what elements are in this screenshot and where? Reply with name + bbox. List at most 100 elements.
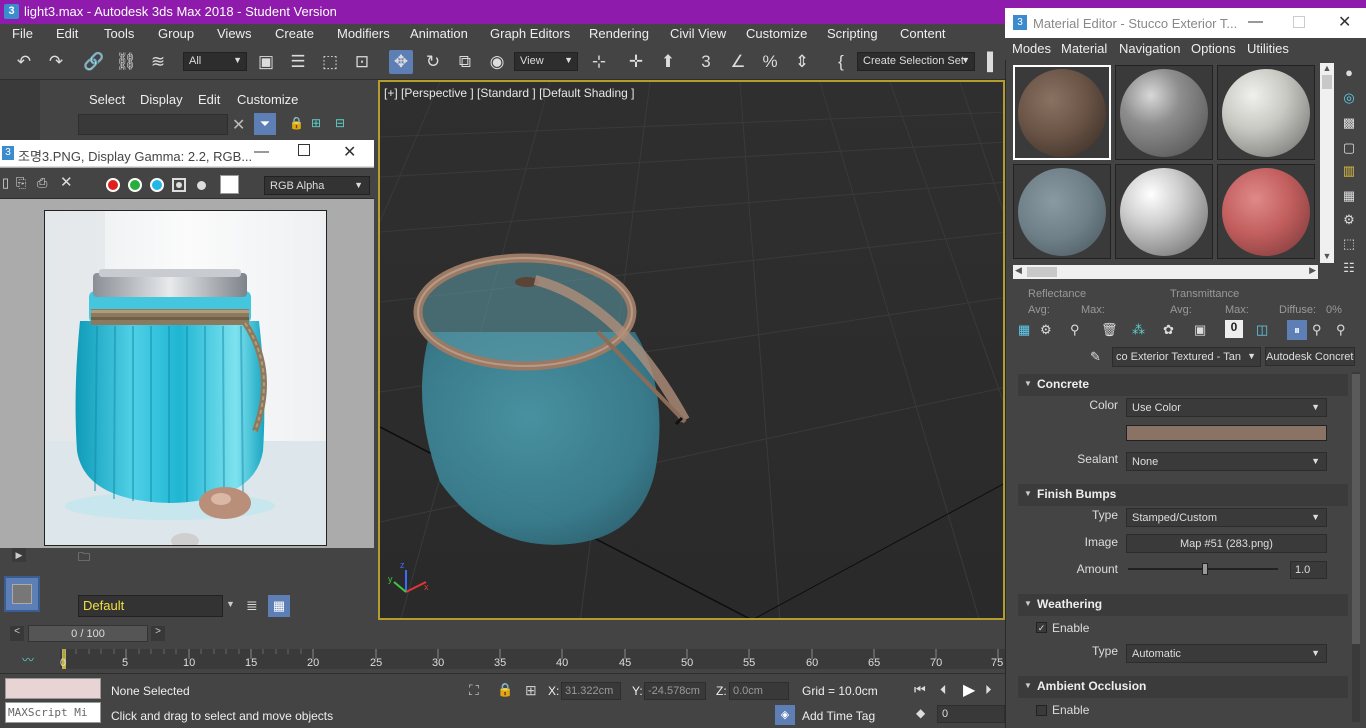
play-icon[interactable]: ▶ <box>963 680 975 700</box>
menu-file[interactable]: File <box>12 26 33 41</box>
unlink-icon[interactable]: ⛓ <box>114 50 138 74</box>
menu-animation[interactable]: Animation <box>410 26 468 41</box>
selection-lock-icon[interactable]: 🔒 <box>497 682 513 698</box>
menu-scripting[interactable]: Scripting <box>827 26 878 41</box>
me-menu-modes[interactable]: Modes <box>1012 41 1051 56</box>
effects-channel-icon[interactable]: 0 <box>1225 320 1243 338</box>
material-slot-1[interactable] <box>1013 65 1111 160</box>
video-color-check-icon[interactable]: ▥ <box>1340 163 1358 181</box>
ambient-occlusion-rollout-header[interactable]: ▼ Ambient Occlusion <box>1018 676 1348 698</box>
tab-customize[interactable]: Customize <box>237 92 298 107</box>
weathering-enable-checkbox[interactable]: ✓ <box>1036 622 1047 633</box>
spinner-snap-icon[interactable]: ⇕ <box>790 50 814 74</box>
undo-icon[interactable]: ↶ <box>12 50 36 74</box>
mono-toggle[interactable] <box>197 181 206 190</box>
track-bar[interactable]: 〰 0 5 10 15 20 25 30 35 40 45 50 55 60 6… <box>0 645 1005 673</box>
me-menu-material[interactable]: Material <box>1061 41 1107 56</box>
angle-snap-icon[interactable]: ∠ <box>726 50 750 74</box>
blue-channel-toggle[interactable] <box>150 178 164 192</box>
bump-amount-slider[interactable] <box>1128 563 1278 575</box>
folder-icon[interactable]: 🗀 <box>78 548 90 569</box>
material-map-navigator-icon[interactable]: ☷ <box>1340 260 1358 278</box>
curve-editor-icon[interactable]: 〰 <box>22 651 34 668</box>
menu-tools[interactable]: Tools <box>104 26 134 41</box>
material-slot-5[interactable] <box>1115 164 1213 259</box>
z-coordinate-field[interactable]: 0.0cm <box>729 682 789 700</box>
green-channel-toggle[interactable] <box>128 178 142 192</box>
menu-customize[interactable]: Customize <box>746 26 807 41</box>
copy-image-icon[interactable]: ⎘ <box>16 175 26 191</box>
filter-icon[interactable]: ⏷ <box>254 113 276 135</box>
select-object-icon[interactable]: ▣ <box>254 50 278 74</box>
viewport-layout-icon[interactable] <box>4 576 40 612</box>
maximize-icon[interactable] <box>298 144 310 156</box>
key-mode-icon[interactable]: ◆ <box>916 706 925 720</box>
slot-vertical-scrollbar[interactable]: ▲ ▼ <box>1320 63 1334 263</box>
close-icon[interactable]: ✕ <box>1338 12 1351 32</box>
channel-dropdown[interactable]: RGB Alpha ▼ <box>264 176 370 195</box>
scale-icon[interactable]: ⧉ <box>453 50 477 74</box>
current-frame-field[interactable]: 0 <box>937 705 1005 723</box>
tab-select[interactable]: Select <box>89 92 125 107</box>
viewport-label[interactable]: [+] [Perspective ] [Standard ] [Default … <box>384 86 634 100</box>
selection-filter-dropdown[interactable]: All ▼ <box>183 52 247 71</box>
add-time-tag[interactable]: Add Time Tag <box>802 709 875 723</box>
show-end-result-icon[interactable]: ⏸ <box>1287 320 1307 340</box>
material-slot-4[interactable] <box>1013 164 1111 259</box>
percent-snap-icon[interactable]: % <box>758 50 782 74</box>
get-material-icon[interactable]: ▦ <box>1018 322 1036 338</box>
bump-image-button[interactable]: Map #51 (283.png) <box>1126 534 1327 553</box>
make-unique-icon[interactable]: ⁂ <box>1132 322 1150 338</box>
time-tag-icon[interactable]: ◈ <box>775 705 795 725</box>
weathering-rollout-header[interactable]: ▼ Weathering <box>1018 594 1348 616</box>
menu-views[interactable]: Views <box>217 26 251 41</box>
y-coordinate-field[interactable]: -24.578cm <box>644 682 706 700</box>
slot-horizontal-scrollbar[interactable]: ◀ ▶ <box>1013 265 1318 279</box>
eyedropper-icon[interactable]: ✎ <box>1090 349 1101 365</box>
clear-icon[interactable]: ✕ <box>60 173 73 191</box>
hierarchy-icon[interactable]: ⊞ <box>311 116 321 130</box>
layer-manager-icon[interactable]: ▦ <box>268 595 290 617</box>
close-icon[interactable]: ✕ <box>343 142 356 162</box>
menu-content[interactable]: Content <box>900 26 946 41</box>
select-by-name-icon[interactable]: ☰ <box>286 50 310 74</box>
maxscript-listener-pink[interactable] <box>5 678 101 699</box>
material-slot-3[interactable] <box>1217 65 1315 160</box>
go-to-parent-icon[interactable]: ⚲ <box>1312 322 1330 338</box>
layer-dropdown-icon[interactable]: ▼ <box>226 599 235 609</box>
expand-icon[interactable]: ▶ <box>12 548 26 562</box>
menu-civil-view[interactable]: Civil View <box>670 26 726 41</box>
layers-icon[interactable]: ≣ <box>246 597 258 614</box>
placement-icon[interactable]: ◉ <box>485 50 509 74</box>
redo-icon[interactable]: ↷ <box>44 50 68 74</box>
concrete-rollout-header[interactable]: ▼ Concrete <box>1018 374 1348 396</box>
sample-type-icon[interactable]: ● <box>1340 65 1358 83</box>
weathering-type-dropdown[interactable]: Automatic ▼ <box>1126 644 1327 663</box>
bump-amount-field[interactable]: 1.0 <box>1290 561 1327 579</box>
layer-tree-icon[interactable]: ⊟ <box>335 116 345 130</box>
me-menu-navigation[interactable]: Navigation <box>1119 41 1180 56</box>
options-icon[interactable]: ⚙ <box>1340 212 1358 230</box>
reset-map-icon[interactable]: 🗑 <box>1101 322 1119 338</box>
link-icon[interactable]: 🔗 <box>82 50 106 74</box>
put-to-scene-icon[interactable]: ⚙ <box>1040 322 1058 338</box>
bump-type-dropdown[interactable]: Stamped/Custom ▼ <box>1126 508 1327 527</box>
next-frame-icon[interactable]: ⏵ <box>985 682 992 698</box>
sealant-dropdown[interactable]: None ▼ <box>1126 452 1327 471</box>
assign-to-selection-icon[interactable]: ⚲ <box>1070 322 1088 338</box>
previous-frame-icon[interactable]: ⏴ <box>940 682 947 698</box>
minimize-icon[interactable]: — <box>1248 13 1263 30</box>
material-slot-2[interactable] <box>1115 65 1213 160</box>
me-menu-utilities[interactable]: Utilities <box>1247 41 1289 56</box>
red-channel-toggle[interactable] <box>106 178 120 192</box>
rotate-icon[interactable]: ↻ <box>421 50 445 74</box>
perspective-viewport[interactable]: z x y <box>378 80 1005 620</box>
menu-edit[interactable]: Edit <box>56 26 78 41</box>
material-id-icon[interactable]: ▣ <box>1194 322 1212 338</box>
menu-modifiers[interactable]: Modifiers <box>337 26 390 41</box>
ao-enable-checkbox[interactable] <box>1036 705 1047 716</box>
pivot-center-icon[interactable]: ⊹ <box>587 50 611 74</box>
finish-bumps-rollout-header[interactable]: ▼ Finish Bumps <box>1018 484 1348 506</box>
rollout-scrollbar[interactable] <box>1352 372 1360 722</box>
track-ruler[interactable]: 0 5 10 15 20 25 30 35 40 45 50 55 60 65 … <box>60 649 1005 669</box>
